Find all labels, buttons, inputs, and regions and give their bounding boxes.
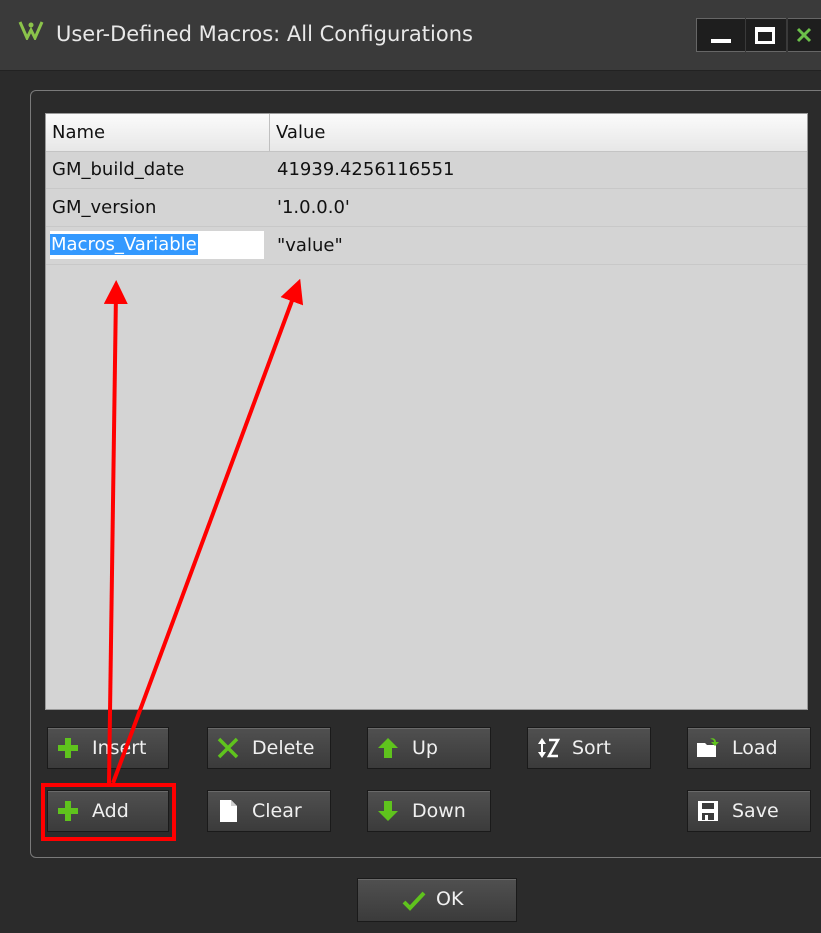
ok-button[interactable]: OK: [357, 878, 517, 922]
macro-name-cell[interactable]: GM_build_date: [52, 151, 264, 188]
add-label: Add: [92, 800, 129, 822]
macros-dialog: User-Defined Macros: All Configurations …: [0, 0, 821, 933]
macros-table[interactable]: Name Value GM_build_date 41939.425611655…: [45, 113, 808, 710]
arrow-up-icon: [378, 738, 398, 758]
insert-button[interactable]: Insert: [47, 727, 169, 769]
table-row[interactable]: GM_version '1.0.0.0': [46, 189, 807, 227]
delete-label: Delete: [252, 737, 315, 759]
save-label: Save: [732, 800, 779, 822]
load-label: Load: [732, 737, 778, 759]
macro-name-cell[interactable]: GM_version: [52, 189, 264, 226]
macro-value-cell[interactable]: 41939.4256116551: [277, 151, 797, 188]
up-button[interactable]: Up: [367, 727, 491, 769]
folder-open-icon: [697, 738, 719, 757]
maximize-button[interactable]: [746, 18, 786, 52]
document-icon: [220, 800, 237, 822]
window-title: User-Defined Macros: All Configurations: [56, 22, 473, 46]
add-button[interactable]: Add: [47, 790, 169, 832]
minimize-button[interactable]: [696, 18, 745, 52]
floppy-disk-icon: [698, 801, 718, 821]
down-button[interactable]: Down: [367, 790, 491, 832]
down-label: Down: [412, 800, 466, 822]
sort-label: Sort: [572, 737, 611, 759]
arrow-down-icon: [378, 801, 398, 821]
maximize-icon: [755, 27, 775, 44]
macro-value-cell[interactable]: '1.0.0.0': [277, 189, 797, 226]
delete-button[interactable]: Delete: [207, 727, 331, 769]
insert-label: Insert: [92, 737, 147, 759]
clear-button[interactable]: Clear: [207, 790, 331, 832]
column-header-value[interactable]: Value: [270, 114, 807, 151]
save-button[interactable]: Save: [687, 790, 811, 832]
plus-icon: [58, 801, 78, 821]
column-header-name[interactable]: Name: [46, 114, 270, 151]
x-icon: [217, 737, 239, 759]
close-icon: [796, 27, 812, 43]
up-label: Up: [412, 737, 438, 759]
checkmark-icon: [402, 891, 426, 911]
macro-name-edit-field[interactable]: Macros_Variable: [50, 231, 264, 259]
load-button[interactable]: Load: [687, 727, 811, 769]
table-header: Name Value: [46, 114, 807, 152]
ok-label: OK: [436, 888, 464, 910]
gamemaker-logo-icon: [18, 21, 44, 40]
close-button[interactable]: [788, 18, 821, 52]
table-row[interactable]: GM_build_date 41939.4256116551: [46, 151, 807, 189]
title-bar[interactable]: User-Defined Macros: All Configurations: [0, 0, 821, 71]
sort-icon: [538, 738, 560, 758]
clear-label: Clear: [252, 800, 302, 822]
minimize-icon: [711, 39, 731, 43]
plus-icon: [58, 738, 78, 758]
sort-button[interactable]: Sort: [527, 727, 651, 769]
selected-macro-name: Macros_Variable: [50, 234, 198, 255]
table-row[interactable]: Macros_Variable "value": [46, 227, 807, 265]
macro-value-cell[interactable]: "value": [277, 227, 797, 264]
